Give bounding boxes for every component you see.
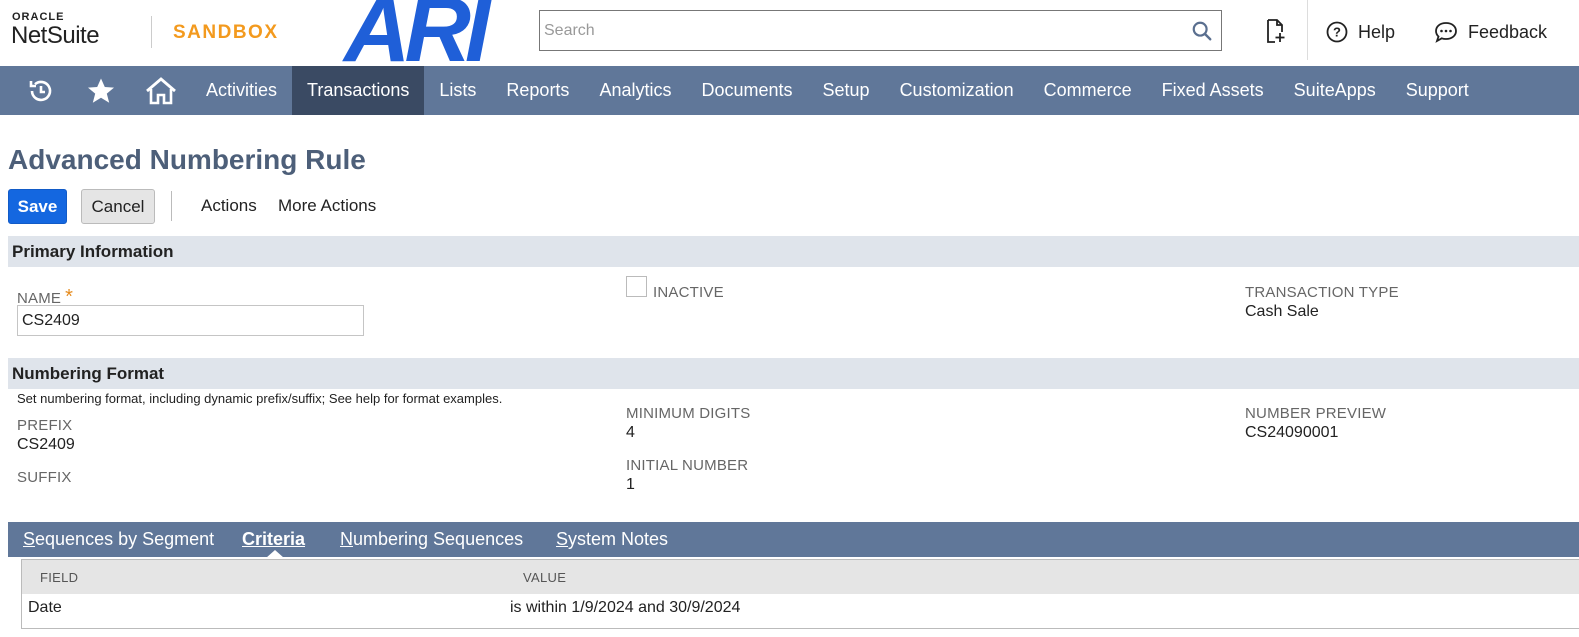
nav-recent[interactable] xyxy=(11,66,71,115)
company-logo: ARI xyxy=(344,0,490,81)
nav-customization[interactable]: Customization xyxy=(885,66,1029,115)
column-header-field[interactable]: FIELD xyxy=(40,570,78,585)
actions-menu[interactable]: Actions xyxy=(201,196,257,216)
main-nav: Activities Transactions Lists Reports An… xyxy=(0,66,1579,115)
nav-commerce[interactable]: Commerce xyxy=(1029,66,1147,115)
tab-label: equences by Segment xyxy=(35,529,215,549)
global-search xyxy=(539,10,1222,51)
minimum-digits-label: MINIMUM DIGITS xyxy=(626,405,751,422)
nav-reports[interactable]: Reports xyxy=(491,66,584,115)
more-actions-menu[interactable]: More Actions xyxy=(278,196,376,216)
tab-label: riteria xyxy=(255,529,306,549)
page-title: Advanced Numbering Rule xyxy=(8,144,366,175)
initial-number-label: INITIAL NUMBER xyxy=(626,457,749,474)
prefix-value: CS2409 xyxy=(17,436,75,453)
help-label: Help xyxy=(1358,21,1396,42)
toolbar-divider xyxy=(171,191,172,221)
inactive-label: INACTIVE xyxy=(653,284,724,301)
help-icon: ? xyxy=(1326,21,1348,43)
nav-fixed-assets[interactable]: Fixed Assets xyxy=(1147,66,1279,115)
criteria-field-cell: Date xyxy=(28,599,62,616)
new-record-icon[interactable] xyxy=(1263,18,1287,44)
minimum-digits-value: 4 xyxy=(626,424,635,441)
star-icon xyxy=(88,78,114,103)
netsuite-logo-text[interactable]: NetSuite xyxy=(11,22,100,50)
home-icon xyxy=(146,76,176,104)
tab-criteria[interactable]: Criteria xyxy=(242,529,305,550)
inactive-checkbox[interactable] xyxy=(626,276,647,297)
numbering-format-header[interactable]: Numbering Format xyxy=(8,358,1579,389)
tab-accesskey: S xyxy=(556,529,569,549)
nav-activities[interactable]: Activities xyxy=(191,66,292,115)
subtab-bar: Sequences by Segment Criteria Numbering … xyxy=(8,522,1579,557)
sandbox-label: SANDBOX xyxy=(173,22,279,43)
transaction-type-label: TRANSACTION TYPE xyxy=(1245,284,1399,301)
feedback-label: Feedback xyxy=(1468,21,1548,42)
numbering-help-text: Set numbering format, including dynamic … xyxy=(17,391,503,406)
help-link[interactable]: ? Help xyxy=(1326,19,1395,45)
nav-home[interactable] xyxy=(131,66,191,115)
column-header-value[interactable]: VALUE xyxy=(523,570,566,585)
nav-support[interactable]: Support xyxy=(1391,66,1484,115)
suffix-label: SUFFIX xyxy=(17,469,72,486)
number-preview-label: NUMBER PREVIEW xyxy=(1245,405,1387,422)
cancel-button[interactable]: Cancel xyxy=(81,189,155,224)
number-preview-value: CS24090001 xyxy=(1245,424,1339,441)
primary-information-header[interactable]: Primary Information xyxy=(8,236,1579,267)
tab-label: umbering Sequences xyxy=(353,529,524,549)
header-divider xyxy=(1307,0,1308,60)
tab-sequences-by-segment[interactable]: Sequences by Segment xyxy=(23,529,214,550)
initial-number-value: 1 xyxy=(626,476,635,493)
save-button[interactable]: Save xyxy=(8,189,67,224)
tab-numbering-sequences[interactable]: Numbering Sequences xyxy=(340,529,523,550)
feedback-icon xyxy=(1435,22,1457,43)
nav-lists[interactable]: Lists xyxy=(424,66,491,115)
nav-transactions[interactable]: Transactions xyxy=(292,66,425,115)
search-input[interactable] xyxy=(544,11,1174,50)
logo-divider xyxy=(151,16,152,48)
tab-accesskey: N xyxy=(340,529,353,549)
criteria-value-cell: is within 1/9/2024 and 30/9/2024 xyxy=(510,599,741,616)
search-icon[interactable] xyxy=(1191,20,1213,42)
transaction-type-value: Cash Sale xyxy=(1245,303,1319,320)
tab-accesskey: C xyxy=(242,529,255,549)
criteria-table-header: FIELD VALUE xyxy=(22,560,1579,594)
active-tab-caret-icon xyxy=(266,550,284,558)
criteria-table: FIELD VALUE Date is within 1/9/2024 and … xyxy=(21,559,1579,629)
feedback-link[interactable]: Feedback xyxy=(1434,19,1547,45)
nav-suiteapps[interactable]: SuiteApps xyxy=(1279,66,1391,115)
top-header: ORACLE NetSuite SANDBOX ARI ? Help Feedb xyxy=(0,0,1579,76)
nav-setup[interactable]: Setup xyxy=(808,66,885,115)
tab-accesskey: S xyxy=(23,529,36,549)
tab-system-notes[interactable]: System Notes xyxy=(556,529,668,550)
nav-favorites[interactable] xyxy=(71,66,131,115)
tab-label: ystem Notes xyxy=(568,529,669,549)
prefix-label: PREFIX xyxy=(17,417,73,434)
svg-text:?: ? xyxy=(1333,25,1341,40)
name-field[interactable] xyxy=(17,305,364,336)
recent-icon xyxy=(29,80,52,101)
nav-documents[interactable]: Documents xyxy=(686,66,807,115)
nav-analytics[interactable]: Analytics xyxy=(584,66,686,115)
